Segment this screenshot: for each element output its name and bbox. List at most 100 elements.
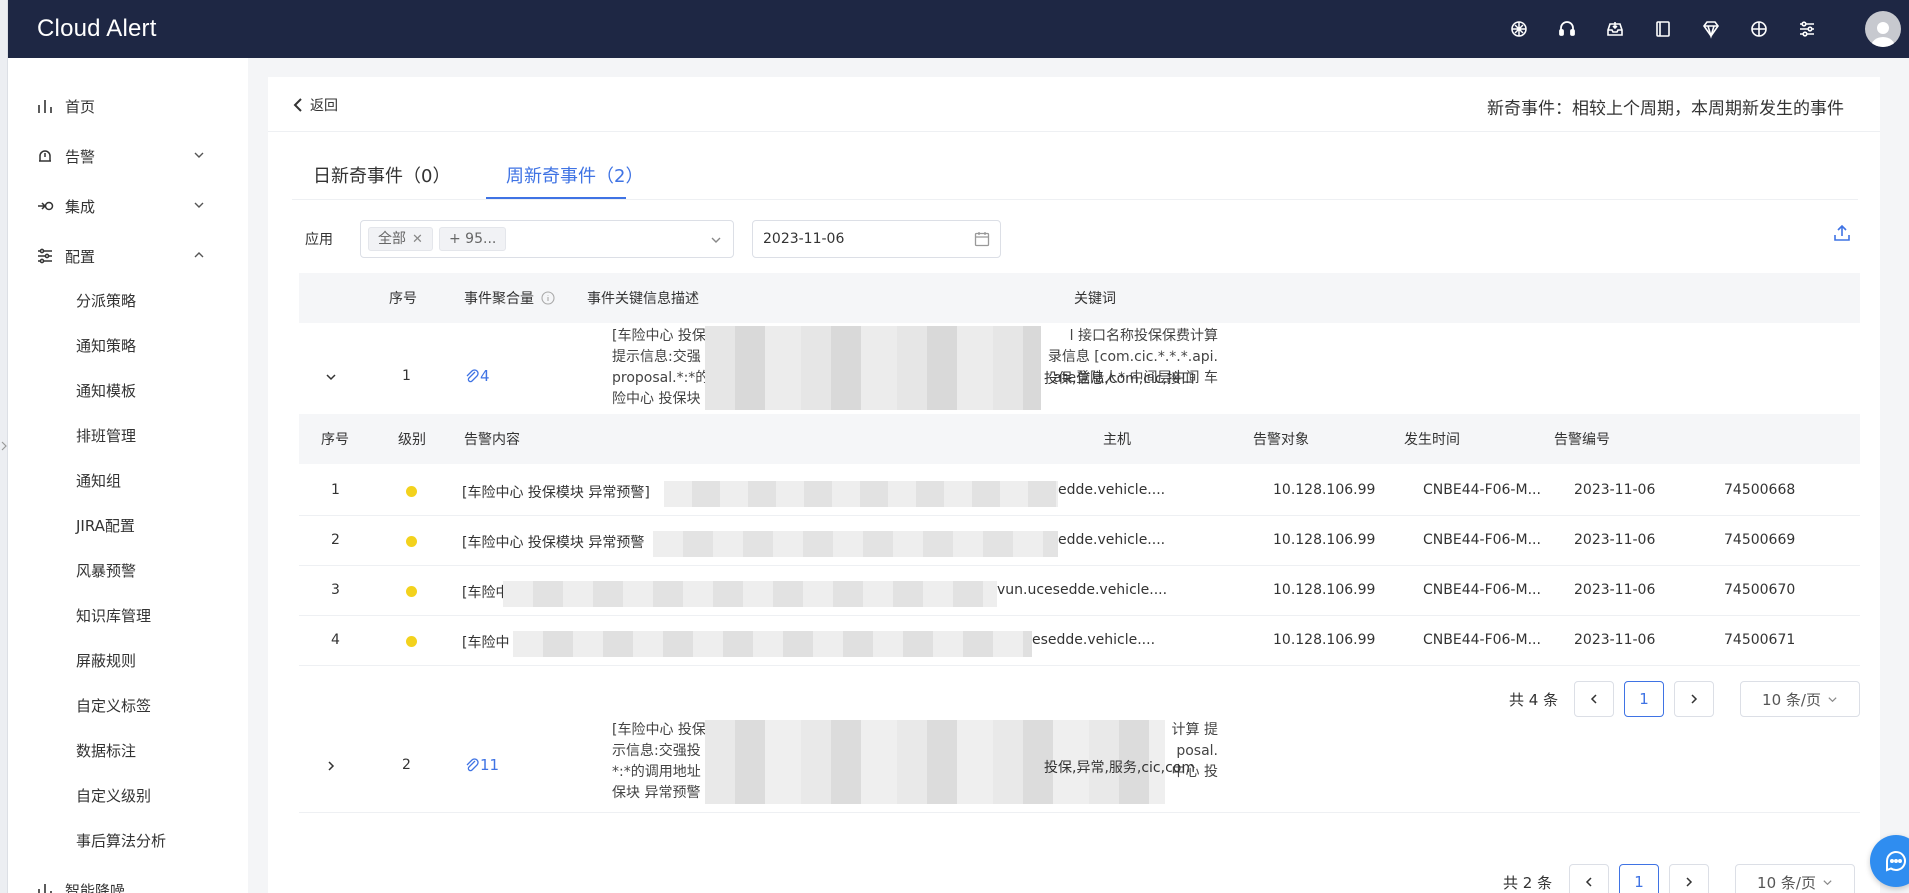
alert-target: CNBE44-F06-M... xyxy=(1423,582,1541,598)
alert-host: 10.128.106.99 xyxy=(1273,582,1376,598)
alert-content[interactable]: [车险中 xyxy=(462,632,509,652)
alerts-table-header: 序号 级别 告警内容 主机 告警对象 发生时间 告警编号 xyxy=(299,414,1860,464)
alert-id: 74500670 xyxy=(1724,582,1796,598)
alert-content[interactable]: [车险中心 投保模块 异常预警] xyxy=(462,482,650,502)
col-host: 主机 xyxy=(1103,432,1131,448)
page-size-select[interactable]: 10 条/页 xyxy=(1735,864,1855,893)
event-count-link[interactable]: 11 xyxy=(464,756,499,774)
event-count: 4 xyxy=(480,367,490,385)
export-icon[interactable] xyxy=(1832,223,1852,243)
col-content: 告警内容 xyxy=(464,432,520,448)
app-title: Cloud Alert xyxy=(37,15,157,42)
desc-line: 保块 异常预警 xyxy=(612,785,701,801)
sidebar-item-integration[interactable]: 集成 xyxy=(36,194,206,218)
openai-icon[interactable] xyxy=(1507,17,1531,41)
sidebar-subitem[interactable]: 知识库管理 xyxy=(76,605,151,627)
inbox-icon[interactable] xyxy=(1603,17,1627,41)
sidebar-subitem[interactable]: 分派策略 xyxy=(76,290,136,312)
calendar-icon xyxy=(974,232,990,247)
sidebar-item-label: 集成 xyxy=(65,197,96,216)
next-page-button[interactable] xyxy=(1674,681,1714,717)
event-count: 11 xyxy=(480,756,500,774)
sidebar-subitem[interactable]: 自定义标签 xyxy=(76,695,151,717)
paperclip-icon xyxy=(466,369,479,383)
headset-icon[interactable] xyxy=(1555,17,1579,41)
page-size-select[interactable]: 10 条/页 xyxy=(1740,681,1860,717)
user-avatar[interactable] xyxy=(1865,11,1901,47)
desc-line: l 接口名称投保保费计算 xyxy=(1069,328,1218,344)
desc-line: 计算 提 xyxy=(1171,722,1218,738)
sidebar-subitem[interactable]: 通知策略 xyxy=(76,335,136,357)
chevron-right-icon xyxy=(1686,877,1693,887)
tab-weekly-novel[interactable]: 周新奇事件（2） xyxy=(506,162,643,188)
col-index: 序号 xyxy=(321,432,349,448)
integration-icon xyxy=(36,197,54,215)
sidebar-item-label: 配置 xyxy=(65,247,96,266)
chevron-right-icon[interactable] xyxy=(324,759,338,773)
sidebar-item-alerts[interactable]: 告警 xyxy=(36,144,206,168)
event-keywords: 投保,异常,服务,cic,com xyxy=(1044,760,1195,776)
top-icon-group xyxy=(1507,17,1819,41)
sidebar-subitem[interactable]: 自定义级别 xyxy=(76,785,151,807)
redacted-block xyxy=(705,326,1041,410)
app-filter-label: 应用 xyxy=(305,232,333,248)
sidebar-subitem[interactable]: 事后算法分析 xyxy=(76,830,166,852)
sidebar-item-noise-reduction[interactable]: 智能降噪 xyxy=(36,878,206,893)
divider xyxy=(299,665,1860,666)
diamond-icon[interactable] xyxy=(1699,17,1723,41)
close-icon[interactable]: ✕ xyxy=(412,232,423,247)
alert-content[interactable]: [车险中心 投保模块 异常预警 xyxy=(462,532,644,552)
tab-daily-novel[interactable]: 日新奇事件（0） xyxy=(313,162,450,188)
divider xyxy=(299,515,1860,516)
desc-left-text: [车险中心 投保 提示信息:交强 proposal.*:*的 险中心 投保块 xyxy=(612,326,709,410)
event-count-link[interactable]: 4 xyxy=(464,367,490,385)
info-icon[interactable] xyxy=(541,291,555,305)
sidebar-subitem[interactable]: 通知组 xyxy=(76,470,121,492)
globe-icon[interactable] xyxy=(1747,17,1771,41)
chevron-down-icon[interactable] xyxy=(324,370,338,384)
divider xyxy=(299,615,1860,616)
sidebar-item-home[interactable]: 首页 xyxy=(36,94,206,118)
prev-page-button[interactable] xyxy=(1574,681,1614,717)
alert-time: 2023-11-06 xyxy=(1574,582,1656,598)
alert-content-tail: edde.vehicle.... xyxy=(1058,482,1166,498)
app-select[interactable]: 全部 ✕ + 95... xyxy=(360,220,734,258)
collapse-handle-icon[interactable] xyxy=(1,441,7,451)
alert-target: CNBE44-F06-M... xyxy=(1423,532,1541,548)
desc-line: *:*的调用地址 xyxy=(612,764,701,780)
chevron-down-icon xyxy=(1828,696,1837,702)
sidebar-subitem[interactable]: 数据标注 xyxy=(76,740,136,762)
col-count: 事件聚合量 xyxy=(464,291,534,307)
sidebar-subitem[interactable]: 风暴预警 xyxy=(76,560,136,582)
sidebar-item-config[interactable]: 配置 xyxy=(36,244,206,268)
next-page-button[interactable] xyxy=(1669,864,1709,893)
settings-sliders-icon xyxy=(36,247,54,265)
level-indicator xyxy=(406,486,417,497)
alert-id: 74500669 xyxy=(1724,532,1796,548)
page-number-button[interactable]: 1 xyxy=(1624,681,1664,717)
date-picker[interactable]: 2023-11-06 xyxy=(752,220,1001,258)
event-keywords: 投保,信息,com,cic,接口 xyxy=(1044,371,1195,387)
sidebar: 首页 告警 集成 配置 分派策略 通知策略 通知模板 排班管理 通知组 JIRA… xyxy=(8,58,248,893)
alerts-total: 共 4 条 xyxy=(1509,691,1559,709)
divider xyxy=(292,199,1858,200)
level-indicator xyxy=(406,636,417,647)
sidebar-subitem[interactable]: 排班管理 xyxy=(76,425,136,447)
back-link[interactable]: 返回 xyxy=(292,95,338,115)
desc-line: 录信息 [com.cic.*.*.*.api. xyxy=(1047,349,1218,365)
prev-page-button[interactable] xyxy=(1569,864,1609,893)
sidebar-subitem[interactable]: 屏蔽规则 xyxy=(76,650,136,672)
desc-line: 提示信息:交强 xyxy=(612,349,701,365)
col-alert-id: 告警编号 xyxy=(1554,432,1610,448)
alert-index: 4 xyxy=(331,632,340,648)
sidebar-subitem[interactable]: JIRA配置 xyxy=(76,515,135,537)
novel-event-hint: 新奇事件：相较上个周期，本周期新发生的事件 xyxy=(1487,99,1844,119)
alert-content-tail: esedde.vehicle.... xyxy=(1032,632,1156,648)
sliders-icon[interactable] xyxy=(1795,17,1819,41)
divider xyxy=(299,565,1860,566)
page-number-button[interactable]: 1 xyxy=(1619,864,1659,893)
chevron-down-icon xyxy=(194,152,204,158)
sidebar-subitem[interactable]: 通知模板 xyxy=(76,380,136,402)
book-icon[interactable] xyxy=(1651,17,1675,41)
col-index: 序号 xyxy=(389,291,417,307)
